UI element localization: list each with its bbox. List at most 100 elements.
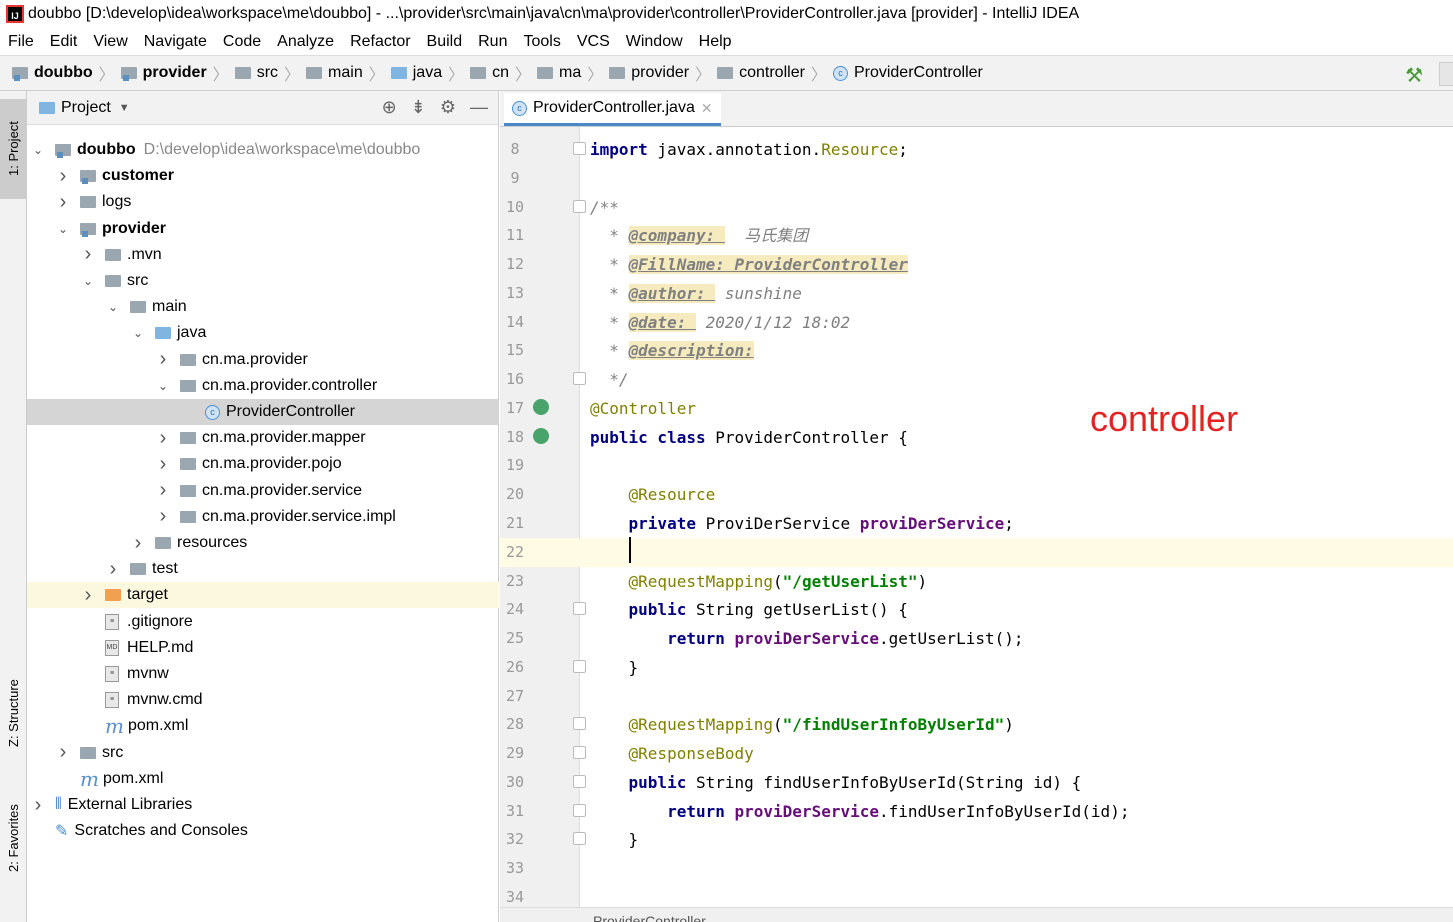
chevron-down-icon[interactable]: ⌄ (31, 143, 45, 157)
tree-item[interactable]: MD HELP.md (27, 635, 499, 661)
menu-navigate[interactable]: Navigate (136, 33, 215, 51)
tree-item[interactable]: › .mvn (27, 242, 499, 268)
breadcrumb-java[interactable]: java 〉 (390, 61, 464, 85)
breadcrumb-ma[interactable]: ma 〉 (537, 61, 603, 85)
collapse-all-icon[interactable]: ⇟ (411, 97, 426, 118)
breadcrumb-cn[interactable]: cn 〉 (470, 61, 531, 85)
breadcrumb-provider[interactable]: provider 〉 (609, 61, 711, 85)
tree-item[interactable]: › cn.ma.provider (27, 347, 499, 373)
hide-icon[interactable]: — (470, 97, 488, 118)
chevron-right-icon[interactable]: › (156, 505, 170, 528)
chevron-down-icon[interactable]: ⌄ (81, 274, 95, 288)
line-number: 21 (505, 514, 525, 532)
chevron-down-icon[interactable]: ▼ (119, 102, 130, 114)
spring-controller-icon[interactable] (533, 427, 549, 444)
tree-item[interactable]: ⌄ provider (27, 216, 499, 242)
chevron-right-icon[interactable]: › (56, 191, 70, 214)
tree-item[interactable]: ⌄ main (27, 294, 499, 320)
menu-vcs[interactable]: VCS (569, 33, 618, 51)
breadcrumb-providercontroller[interactable]: c ProviderController (832, 64, 983, 82)
fold-marker-icon[interactable] (573, 717, 586, 731)
tree-item[interactable]: ⌄ cn.ma.provider.controller (27, 373, 499, 399)
tab-provider-controller[interactable]: c ProviderController.java ✕ (504, 93, 721, 126)
tree-item[interactable]: › cn.ma.provider.service.impl (27, 504, 499, 530)
menu-edit[interactable]: Edit (42, 33, 86, 51)
menu-view[interactable]: View (85, 33, 135, 51)
build-hammer-icon[interactable]: ⚒ (1405, 63, 1423, 88)
fold-marker-icon[interactable] (573, 199, 586, 213)
fold-marker-icon[interactable] (573, 803, 586, 817)
tree-item[interactable]: ⌄ doubbo D:\develop\idea\workspace\me\doub… (27, 137, 499, 163)
menu-run[interactable]: Run (470, 33, 515, 51)
tree-item[interactable]: c ProviderController (27, 399, 499, 425)
tree-item[interactable]: › target (27, 582, 499, 609)
tree-item[interactable]: ≡ mvnw (27, 661, 499, 687)
chevron-down-icon[interactable]: ⌄ (156, 379, 170, 393)
chevron-right-icon[interactable]: › (81, 584, 95, 607)
tree-item-label: pom.xml (127, 717, 189, 735)
tree-item[interactable]: › src (27, 740, 499, 766)
chevron-right-icon[interactable]: › (156, 479, 170, 502)
fold-marker-icon[interactable] (573, 602, 586, 616)
chevron-right-icon[interactable]: › (131, 532, 145, 555)
tree-item[interactable]: › cn.ma.provider.pojo (27, 451, 499, 477)
tree-item[interactable]: › cn.ma.provider.service (27, 478, 499, 504)
breadcrumb-main[interactable]: main 〉 (306, 61, 385, 85)
breadcrumb-provider[interactable]: provider 〉 (120, 61, 229, 85)
project-view-selector[interactable]: Project (61, 99, 111, 117)
editor-breadcrumb[interactable]: ProviderController (593, 913, 706, 922)
menu-tools[interactable]: Tools (515, 33, 568, 51)
fold-marker-icon[interactable] (573, 372, 586, 386)
tree-item[interactable]: › customer (27, 163, 499, 189)
fold-marker-icon[interactable] (573, 746, 586, 760)
chevron-down-icon[interactable]: ⌄ (131, 326, 145, 340)
tab-favorites-tool[interactable]: 2: Favorites (0, 786, 27, 891)
close-icon[interactable]: ✕ (701, 100, 713, 117)
chevron-right-icon[interactable]: › (106, 558, 120, 581)
fold-marker-icon[interactable] (573, 774, 586, 788)
tree-item[interactable]: ⌄ java (27, 320, 499, 346)
menu-build[interactable]: Build (419, 33, 471, 51)
tree-item[interactable]: ≡ mvnw.cmd (27, 687, 499, 713)
tree-item[interactable]: › ⫴ External Libraries (27, 792, 499, 818)
chevron-right-icon[interactable]: › (156, 427, 170, 450)
run-configuration-button[interactable] (1439, 62, 1453, 86)
breadcrumb-controller[interactable]: controller 〉 (717, 61, 827, 85)
chevron-right-icon[interactable]: › (31, 794, 45, 817)
chevron-right-icon[interactable]: › (56, 741, 70, 764)
tab-project-tool[interactable]: 1: Project (0, 99, 27, 199)
fold-marker-icon[interactable] (573, 832, 586, 846)
menu-refactor[interactable]: Refactor (342, 33, 418, 51)
tree-item[interactable]: ⌄ src (27, 268, 499, 294)
tree-item[interactable]: ≡ .gitignore (27, 609, 499, 635)
menu-analyze[interactable]: Analyze (269, 33, 342, 51)
menu-window[interactable]: Window (618, 33, 691, 51)
code-token: proviDerService (734, 629, 880, 649)
tab-structure-tool[interactable]: Z: Structure (0, 661, 27, 766)
menu-file[interactable]: File (0, 33, 42, 51)
tree-item[interactable]: m pom.xml (27, 713, 499, 739)
chevron-down-icon[interactable]: ⌄ (56, 222, 70, 236)
tree-item[interactable]: › test (27, 556, 499, 582)
fold-marker-icon[interactable] (573, 142, 586, 155)
menu-code[interactable]: Code (215, 33, 269, 51)
tree-item[interactable]: › logs (27, 189, 499, 215)
chevron-right-icon[interactable]: › (56, 165, 70, 188)
locate-icon[interactable]: ⊕ (382, 97, 397, 118)
tree-item[interactable]: › resources (27, 530, 499, 556)
file-icon: ≡ (105, 666, 119, 682)
chevron-right-icon[interactable]: › (81, 243, 95, 266)
tree-item[interactable]: ✎ Scratches and Consoles (27, 818, 499, 844)
chevron-right-icon[interactable]: › (156, 453, 170, 476)
gear-icon[interactable]: ⚙ (440, 97, 456, 118)
chevron-right-icon[interactable]: › (156, 348, 170, 371)
fold-marker-icon[interactable] (573, 659, 586, 673)
chevron-down-icon[interactable]: ⌄ (106, 300, 120, 314)
menu-help[interactable]: Help (691, 33, 740, 51)
breadcrumb-src[interactable]: src 〉 (234, 61, 300, 85)
tree-item[interactable]: m pom.xml (27, 766, 499, 792)
spring-bean-icon[interactable] (533, 398, 549, 415)
tree-item[interactable]: › cn.ma.provider.mapper (27, 425, 499, 451)
breadcrumb-doubbo[interactable]: doubbo 〉 (12, 61, 115, 85)
